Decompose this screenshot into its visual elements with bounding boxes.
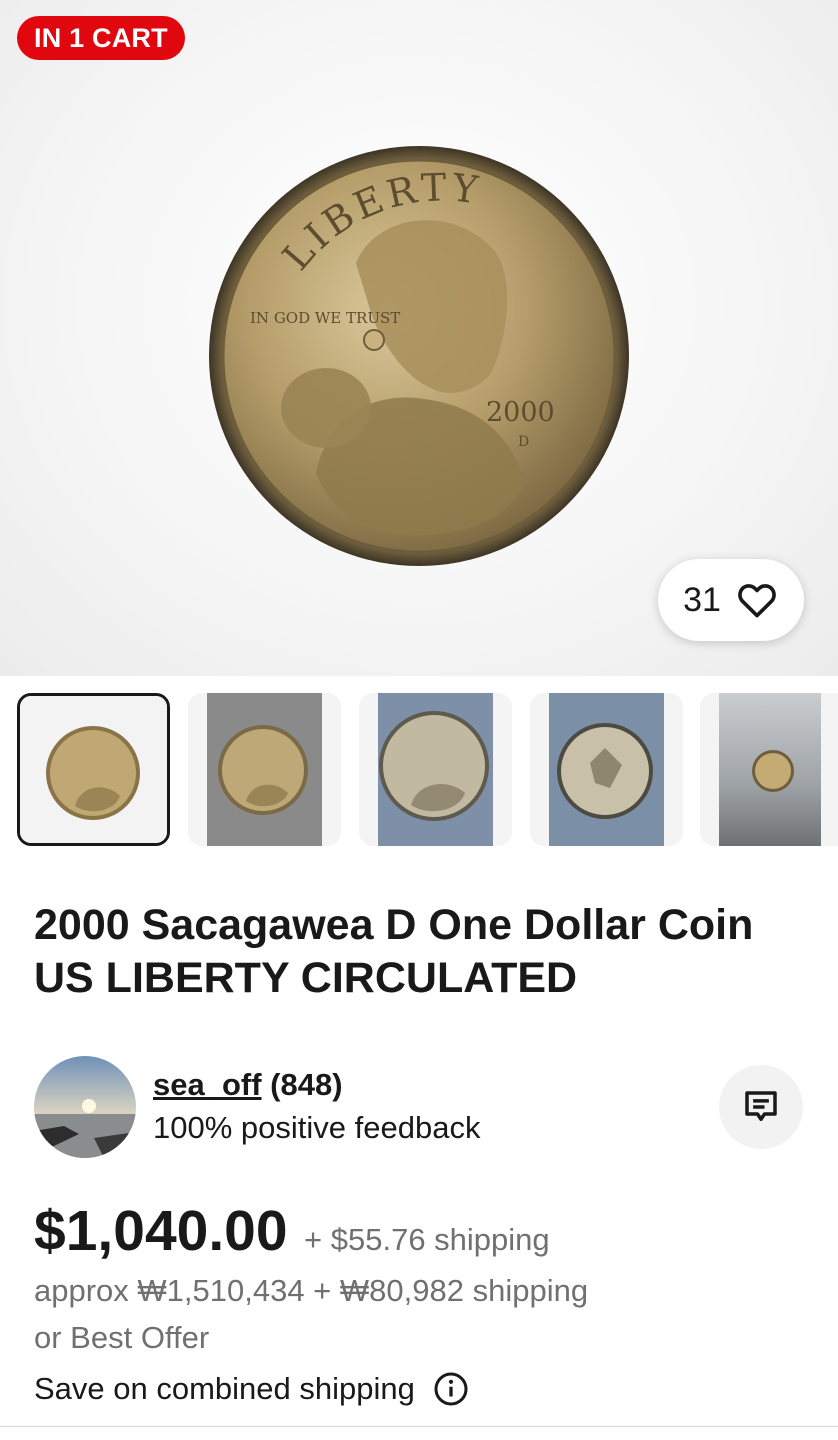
thumbnail-4-image <box>557 723 653 819</box>
best-offer-text: or Best Offer <box>34 1320 210 1355</box>
in-cart-badge: IN 1 CART <box>17 16 185 60</box>
thumbnail-1-image <box>20 696 167 843</box>
approx-local-price: approx ₩1,510,434 + ₩80,982 shipping <box>34 1273 589 1308</box>
seller-avatar[interactable] <box>34 1056 136 1158</box>
thumbnail-3-image <box>379 711 489 821</box>
thumbnail-3[interactable] <box>359 693 512 846</box>
divider <box>0 1426 838 1427</box>
thumbnail-strip[interactable] <box>0 693 838 848</box>
thumbnail-5[interactable] <box>700 693 838 846</box>
coin-year-text: 2000 <box>486 397 555 428</box>
seller-score: (848) <box>270 1067 343 1102</box>
seller-feedback: 100% positive feedback <box>153 1110 481 1145</box>
combined-shipping-row[interactable]: Save on combined shipping <box>34 1371 469 1407</box>
thumbnail-4[interactable] <box>530 693 683 846</box>
main-product-image[interactable]: LIBERTY IN GOD WE TRUST 2000 D <box>206 143 632 569</box>
coin-liberty-text: LIBERTY <box>274 165 480 278</box>
thumbnail-2-image <box>218 725 308 815</box>
shipping-cost: + $55.76 shipping <box>304 1222 550 1257</box>
info-icon[interactable] <box>433 1371 469 1407</box>
heart-icon <box>738 584 776 618</box>
item-price: $1,040.00 <box>34 1199 288 1263</box>
coin-mint-text: D <box>518 434 529 450</box>
combined-shipping-label: Save on combined shipping <box>34 1371 415 1406</box>
watcher-count: 31 <box>683 580 721 619</box>
thumbnail-2[interactable] <box>188 693 341 846</box>
svg-text:LIBERTY: LIBERTY <box>274 165 484 278</box>
seller-name-link[interactable]: sea_off <box>153 1067 262 1102</box>
watch-button[interactable]: 31 <box>658 559 804 641</box>
thumbnail-5-image <box>752 750 794 792</box>
coin-inscriptions: LIBERTY IN GOD WE TRUST 2000 D <box>250 165 555 450</box>
message-icon <box>745 1091 777 1121</box>
coin-motto-text: IN GOD WE TRUST <box>250 309 400 327</box>
seller-info: sea_off (848) <box>153 1067 343 1103</box>
product-image-viewer[interactable]: IN 1 CART LIBERTY IN GOD WE TRUST 2000 D… <box>0 0 838 676</box>
contact-seller-button[interactable] <box>719 1065 803 1149</box>
listing-title: 2000 Sacagawea D One Dollar Coin US LIBE… <box>34 901 754 1002</box>
price-row: $1,040.00 + $55.76 shipping <box>34 1198 550 1264</box>
thumbnail-1[interactable] <box>17 693 170 846</box>
seller-avatar-image <box>34 1056 136 1158</box>
